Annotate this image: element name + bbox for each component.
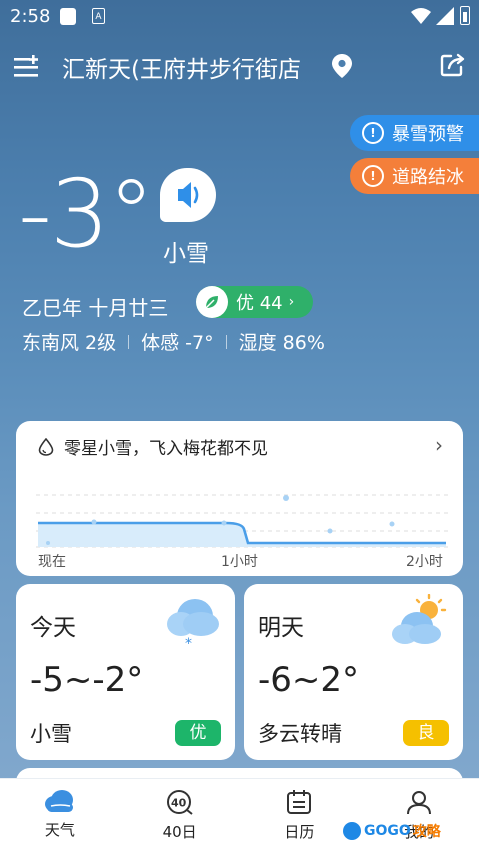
aqi-value: 优 44 <box>236 293 283 314</box>
feels-like-text: 体感 -7° <box>141 332 214 354</box>
forecast-condition: 多云转晴 <box>258 722 342 746</box>
weather-details-row: 东南风 2级 体感 -7° 湿度 86% <box>22 328 325 355</box>
warning-icon: ! <box>362 122 384 144</box>
alert-label: 暴雪预警 <box>392 124 464 145</box>
current-condition: 小雪 <box>163 241 209 267</box>
precipitation-chart <box>36 494 448 548</box>
wind-text: 东南风 2级 <box>22 332 117 354</box>
watermark: GOGO 攻略 <box>343 819 441 843</box>
svg-text:40: 40 <box>171 797 187 810</box>
nav-label: 天气 <box>44 821 75 839</box>
weather-cloud-icon <box>44 790 73 812</box>
precipitation-card[interactable]: 零星小雪，飞入梅花都不见 › 现在 1小时 2小时 <box>16 421 463 576</box>
alert-label: 道路结冰 <box>392 167 464 188</box>
speaker-icon <box>178 182 199 208</box>
notification-square-icon <box>60 8 76 25</box>
forecast-day: 明天 <box>258 615 304 641</box>
forecast-card-today[interactable]: 今天 * -5~-2° 小雪 优 <box>16 584 235 760</box>
cloud-snow-icon: * <box>167 599 219 650</box>
forecast-condition: 小雪 <box>30 722 72 746</box>
nav-calendar[interactable]: 日历 <box>240 779 360 852</box>
watermark-suffix: 攻略 <box>412 824 441 840</box>
calendar-icon <box>287 790 312 814</box>
leaf-icon <box>196 286 228 318</box>
svg-text:*: * <box>185 636 192 650</box>
raindrop-icon <box>38 438 54 456</box>
sun-cloud-icon <box>392 594 447 644</box>
add-city-menu-icon[interactable] <box>14 55 40 79</box>
forecast-card-tomorrow[interactable]: 明天 -6~2° 多云转晴 良 <box>244 584 463 760</box>
chevron-right-icon[interactable]: › <box>435 433 443 457</box>
battery-icon <box>460 6 470 25</box>
nav-weather[interactable]: 天气 <box>0 779 120 852</box>
divider <box>128 334 130 349</box>
forecast-aqi-badge: 良 <box>403 720 449 746</box>
location-title[interactable]: 汇新天(王府井步行街店 <box>62 50 332 84</box>
road-icing-warning-badge[interactable]: ! 道路结冰 <box>350 158 479 194</box>
forecast-range: -5~-2° <box>30 660 144 700</box>
status-bar: 2:58 A <box>0 0 479 34</box>
nav-label: 40日 <box>162 823 197 841</box>
signal-icon <box>436 7 454 25</box>
location-pin-icon[interactable] <box>332 54 352 78</box>
notification-doc-icon: A <box>92 8 105 24</box>
profile-icon <box>407 791 432 815</box>
share-icon[interactable] <box>440 53 466 77</box>
wifi-icon <box>411 8 431 24</box>
aqi-badge[interactable]: 优 44 › <box>196 286 313 318</box>
current-temperature: -3° <box>18 160 155 269</box>
tick-now: 现在 <box>38 554 66 570</box>
voice-broadcast-button[interactable] <box>160 168 216 222</box>
tick-1h: 1小时 <box>221 554 258 570</box>
blizzard-warning-badge[interactable]: ! 暴雪预警 <box>350 115 479 151</box>
divider <box>225 334 227 349</box>
humidity-text: 湿度 86% <box>238 332 325 354</box>
chevron-right-icon: › <box>288 294 295 310</box>
warning-icon: ! <box>362 165 384 187</box>
status-time: 2:58 <box>10 6 51 27</box>
forecast-aqi-badge: 优 <box>175 720 221 746</box>
nav-40-day[interactable]: 40 40日 <box>120 779 240 852</box>
precipitation-summary: 零星小雪，飞入梅花都不见 <box>64 439 268 459</box>
forty-day-icon: 40 <box>166 790 193 815</box>
tick-2h: 2小时 <box>406 554 443 570</box>
watermark-logo-icon <box>343 822 361 840</box>
lunar-date: 乙巳年 十月廿三 <box>22 296 169 320</box>
nav-label: 日历 <box>284 823 315 841</box>
watermark-text: GOGO <box>364 823 411 839</box>
forecast-range: -6~2° <box>258 660 360 700</box>
forecast-day: 今天 <box>30 615 76 641</box>
